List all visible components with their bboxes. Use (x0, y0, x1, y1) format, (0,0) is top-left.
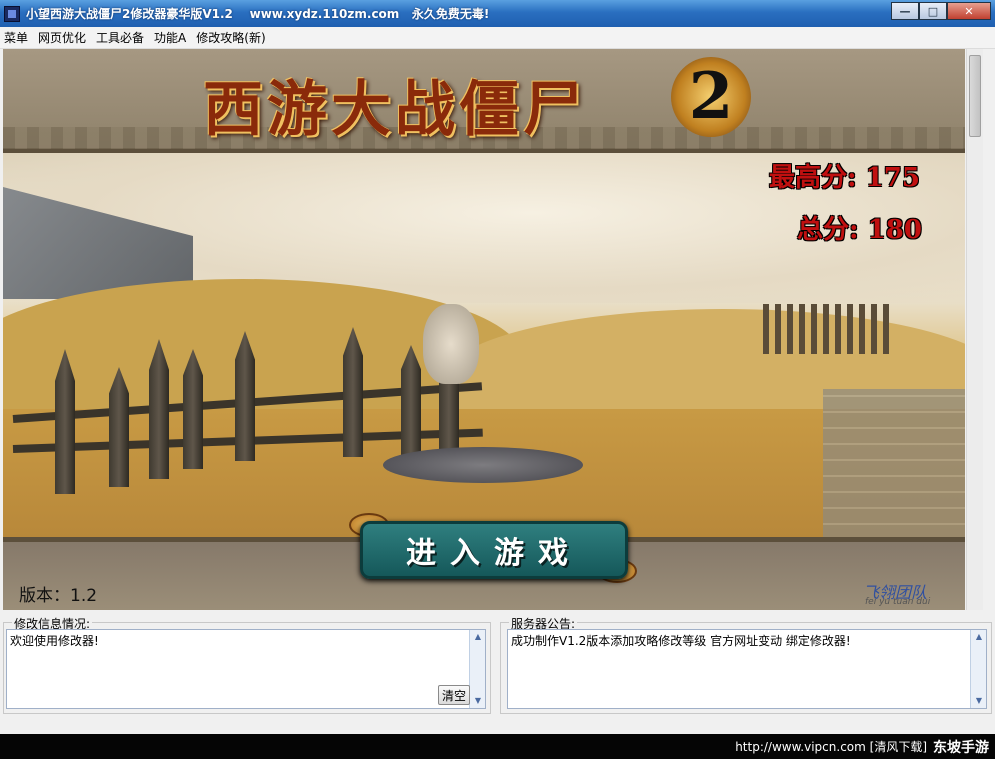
app-shield-icon (4, 5, 20, 22)
title-bar: 小望西游大战僵尸2修改器豪华版V1.2 www.xydz.110zm.com 永… (0, 0, 995, 27)
window-controls: — □ ✕ (891, 2, 991, 20)
scroll-up-icon[interactable]: ▲ (473, 632, 483, 642)
server-scrollbar[interactable]: ▲ ▼ (970, 630, 986, 708)
high-score-label: 最高分: (769, 163, 857, 193)
high-score: 最高分: 175 (769, 157, 920, 194)
vertical-scrollbar[interactable] (966, 49, 983, 610)
menu-bar: 菜单 网页优化 工具必备 功能A 修改攻略(新) (0, 27, 995, 49)
menu-item-guide[interactable]: 修改攻略(新) (192, 29, 271, 46)
window-title: 小望西游大战僵尸2修改器豪华版V1.2 www.xydz.110zm.com 永… (26, 7, 490, 21)
high-score-value: 175 (865, 163, 920, 193)
bottom-watermark-bar: http://www.vipcn.com [清风下载] 东坡手游 (0, 734, 995, 759)
distant-fence (763, 304, 893, 354)
game-logo: 西游大战僵尸 (203, 75, 587, 145)
total-score-value: 180 (867, 215, 922, 245)
close-button[interactable]: ✕ (947, 2, 991, 20)
version-label: 版本：1.2 (19, 586, 98, 606)
total-score: 总分: 180 (797, 209, 922, 246)
status-strip (0, 716, 995, 734)
minimize-button[interactable]: — (891, 2, 919, 20)
menu-item-web-optimize[interactable]: 网页优化 (34, 29, 92, 46)
server-textbox[interactable]: 成功制作V1.2版本添加攻略修改等级 官方网址变动 绑定修改器! ▲ ▼ (507, 629, 987, 709)
menu-item-function-a[interactable]: 功能A (150, 29, 192, 46)
bottom-url: http://www.vipcn.com [清风下载] (735, 740, 927, 754)
menu-item-tools[interactable]: 工具必备 (92, 29, 150, 46)
clear-button[interactable]: 清空 (438, 685, 470, 705)
total-score-label: 总分: (797, 215, 859, 245)
info-scrollbar[interactable]: ▲ ▼ (469, 630, 485, 708)
info-group: 修改信息情况: 欢迎使用修改器! ▲ ▼ 清空 (3, 615, 491, 714)
scroll-up-icon[interactable]: ▲ (974, 632, 984, 642)
game-logo-number: 2 (671, 57, 751, 137)
scroll-down-icon[interactable]: ▼ (974, 696, 984, 706)
server-group: 服务器公告: 成功制作V1.2版本添加攻略修改等级 官方网址变动 绑定修改器! … (500, 615, 992, 714)
game-canvas[interactable]: 西游大战僵尸 2 最高分: 175 总分: 180 进入游戏 版本：1.2 飞翎… (3, 49, 965, 610)
menu-item-menu[interactable]: 菜单 (0, 29, 34, 46)
team-logo-subtitle: fei yu tuan dui (865, 597, 931, 607)
bottom-site-name: 东坡手游 (933, 739, 989, 756)
scrollbar-thumb[interactable] (969, 55, 981, 137)
grey-rock (383, 447, 583, 483)
stone-floor (823, 389, 965, 539)
ox-skull (423, 304, 479, 384)
maximize-button[interactable]: □ (919, 2, 947, 20)
scroll-down-icon[interactable]: ▼ (473, 696, 483, 706)
info-textbox[interactable]: 欢迎使用修改器! ▲ ▼ (6, 629, 486, 709)
enter-game-button[interactable]: 进入游戏 (360, 521, 628, 579)
server-text: 成功制作V1.2版本添加攻略修改等级 官方网址变动 绑定修改器! (511, 634, 851, 648)
info-text: 欢迎使用修改器! (10, 634, 99, 648)
top-banner: 西游大战僵尸 2 (3, 49, 965, 153)
